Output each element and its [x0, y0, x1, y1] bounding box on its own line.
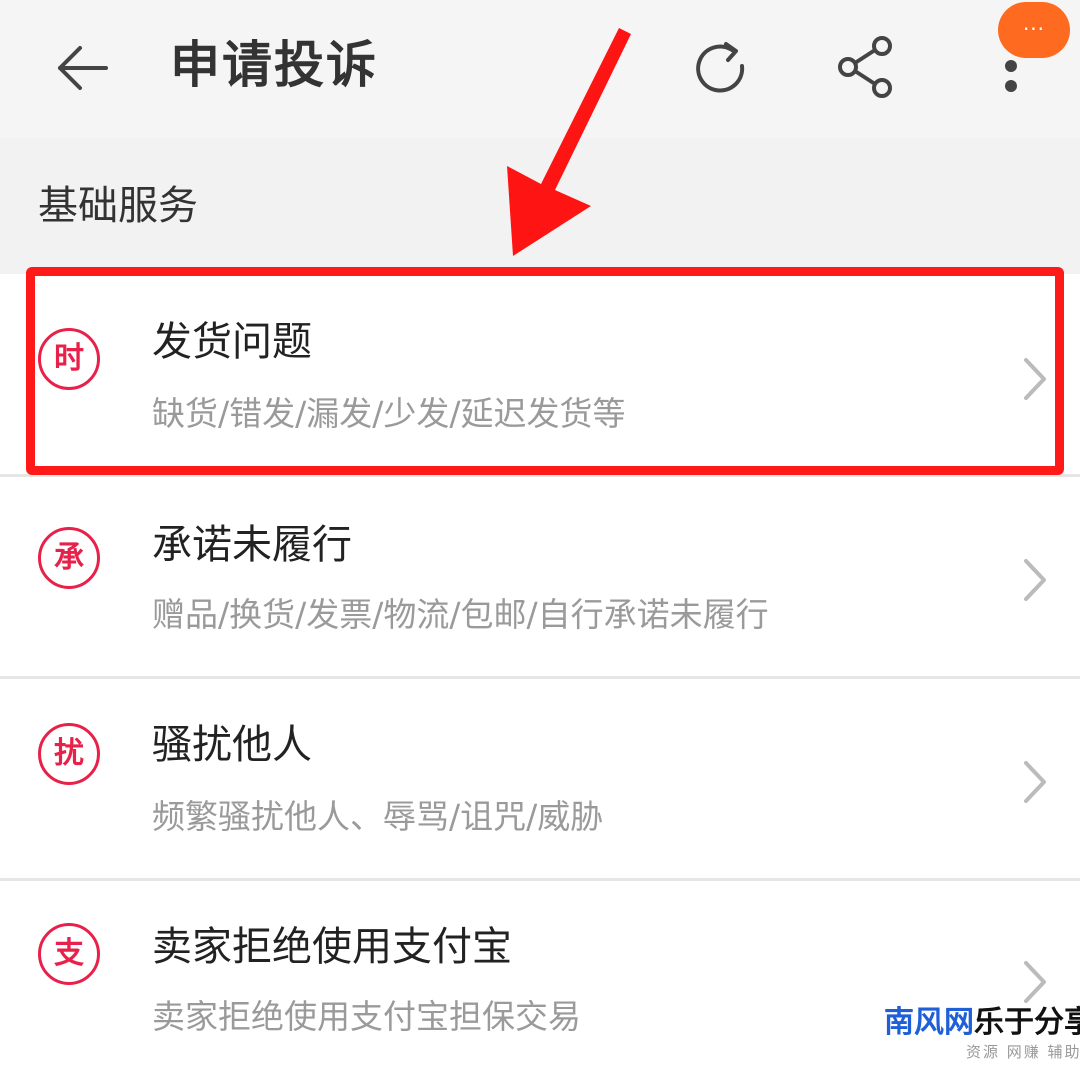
badge-icon: 承: [38, 527, 100, 589]
list-item-promise-unfulfilled[interactable]: 承 承诺未履行 赠品/换货/发票/物流/包邮/自行承诺未履行: [0, 477, 1080, 677]
item-title: 承诺未履行: [152, 522, 352, 568]
watermark-brand: 南风网: [884, 1005, 974, 1040]
item-title: 骚扰他人: [152, 722, 312, 768]
floating-more-button[interactable]: ···: [998, 2, 1070, 58]
badge-icon: 扰: [38, 723, 100, 785]
arrow-left-icon: [58, 46, 108, 90]
chevron-right-icon: [1024, 761, 1046, 803]
badge-icon: 时: [38, 328, 100, 390]
chevron-right-icon: [1024, 559, 1046, 601]
top-bar: 申请投诉 ···: [0, 0, 1080, 138]
list-item-harassment[interactable]: 扰 骚扰他人 频繁骚扰他人、辱骂/诅咒/威胁: [0, 679, 1080, 879]
share-icon: [838, 36, 892, 98]
item-subtitle: 赠品/换货/发票/物流/包邮/自行承诺未履行: [152, 595, 769, 634]
section-title: 基础服务: [38, 183, 198, 229]
page-title: 申请投诉: [170, 36, 378, 94]
item-title: 卖家拒绝使用支付宝: [152, 924, 512, 970]
chevron-right-icon: [1024, 358, 1046, 400]
item-subtitle: 缺货/错发/漏发/少发/延迟发货等: [152, 394, 626, 433]
share-button[interactable]: [834, 34, 898, 100]
item-subtitle: 卖家拒绝使用支付宝担保交易: [152, 997, 581, 1036]
chevron-right-icon: [1024, 961, 1046, 1003]
refresh-button[interactable]: [688, 36, 754, 102]
watermark-brand-tagline: 乐于分享: [974, 1005, 1080, 1040]
watermark-logo: 南风网 乐于分享 资源 网赚 辅助: [884, 1004, 1080, 1070]
section-header: 基础服务: [0, 138, 1080, 274]
badge-icon: 支: [38, 923, 100, 985]
back-button[interactable]: [52, 38, 112, 98]
item-subtitle: 频繁骚扰他人、辱骂/诅咒/威胁: [152, 797, 604, 836]
list-item-shipping-issue[interactable]: 时 发货问题 缺货/错发/漏发/少发/延迟发货等: [0, 274, 1080, 474]
item-title: 发货问题: [152, 319, 312, 365]
watermark-slogan: 资源 网赚 辅助: [966, 1043, 1080, 1061]
refresh-icon: [696, 42, 745, 93]
